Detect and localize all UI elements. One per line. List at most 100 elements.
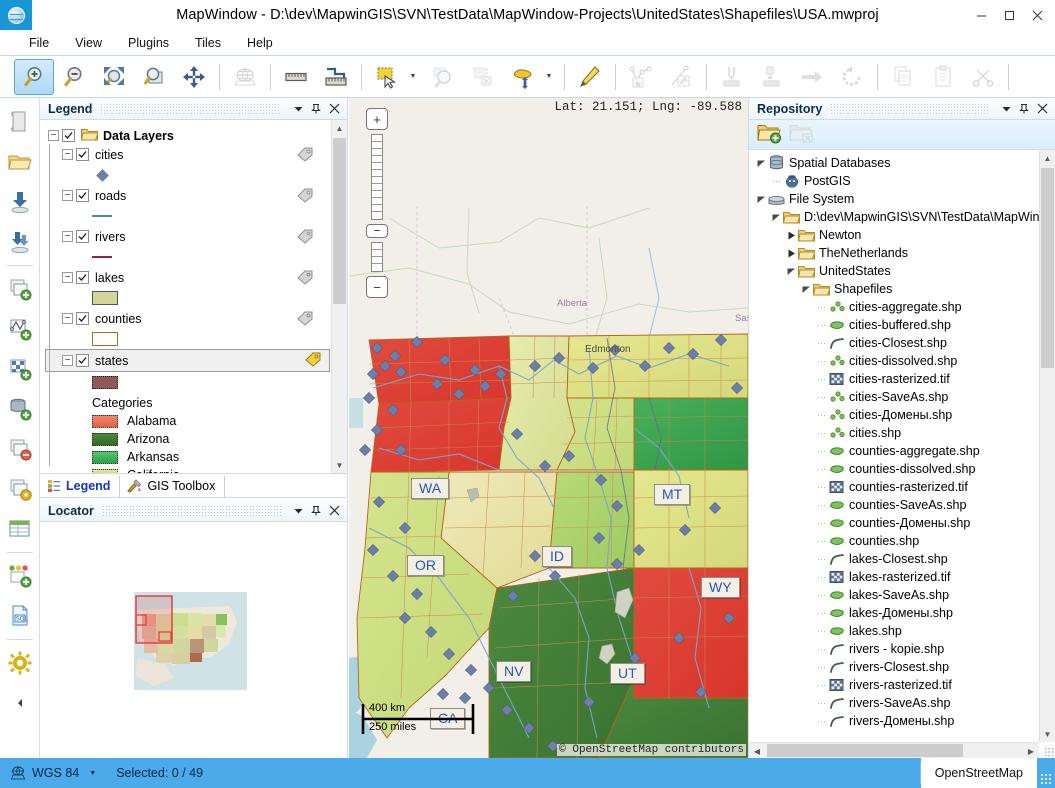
legend-layer-states[interactable]: − states <box>45 349 330 372</box>
repository-file-item[interactable]: ⋯ cities.shp <box>753 424 1039 442</box>
expander-down-icon[interactable] <box>755 195 767 204</box>
scroll-down-button[interactable]: ▼ <box>1040 726 1055 742</box>
move-shapes-tool[interactable] <box>503 59 543 95</box>
add-symbology-button[interactable] <box>2 556 38 596</box>
legend-layer-rivers[interactable]: − rivers <box>46 227 331 246</box>
zoom-slider-control[interactable]: + − − <box>366 108 388 298</box>
legend-layer-roads[interactable]: − roads <box>46 186 331 205</box>
new-project-button[interactable] <box>2 102 38 142</box>
expander-down-icon[interactable] <box>800 285 812 294</box>
menu-item-view[interactable]: View <box>62 32 115 54</box>
legend-category-row[interactable]: Arkansas <box>46 448 331 466</box>
add-vector-layer-button[interactable] <box>2 309 38 349</box>
scrollbar-thumb[interactable] <box>1041 168 1054 368</box>
checkbox[interactable] <box>76 354 89 367</box>
label-tag-icon[interactable] <box>305 352 321 370</box>
legend-scrollbar[interactable]: ▲ ▼ <box>331 120 347 473</box>
open-project-button[interactable] <box>2 142 38 182</box>
zoom-in-button[interactable]: + <box>366 108 388 130</box>
select-tool[interactable] <box>367 59 407 95</box>
repository-file-item[interactable]: ⋯ cities-dissolved.shp <box>753 352 1039 370</box>
expander-down-icon[interactable] <box>757 195 766 204</box>
repository-drag-handle[interactable] <box>830 103 989 114</box>
legend-category-row[interactable]: Alabama <box>46 412 331 430</box>
expander-right-icon[interactable] <box>787 231 796 240</box>
repository-file-item[interactable]: ⋯ rivers-Домены.shp <box>753 712 1039 730</box>
menu-item-help[interactable]: Help <box>234 32 286 54</box>
repository-file-item[interactable]: ⋯ cities-rasterized.tif <box>753 370 1039 388</box>
repository-file-item[interactable]: ⋯ counties-Домены.shp <box>753 514 1039 532</box>
repository-file-item[interactable]: ⋯ cities-buffered.shp <box>753 316 1039 334</box>
minimize-button[interactable] <box>967 1 995 29</box>
legend-root-row[interactable]: − Data Layers <box>46 126 331 145</box>
repository-pin-button[interactable] <box>1015 100 1033 118</box>
zoom-to-layer-tool[interactable] <box>134 59 174 95</box>
expander-right-icon[interactable] <box>785 249 797 258</box>
layer-properties-button[interactable] <box>2 469 38 509</box>
repository-file-item[interactable]: ⋯ lakes-rasterized.tif <box>753 568 1039 586</box>
menu-item-file[interactable]: File <box>16 32 62 54</box>
menu-item-plugins[interactable]: Plugins <box>115 32 182 54</box>
repository-file-item[interactable]: ⋯ counties-aggregate.shp <box>753 442 1039 460</box>
repository-file-item[interactable]: ⋯ rivers - kopie.shp <box>753 640 1039 658</box>
repository-tree-item[interactable]: Newton <box>753 226 1039 244</box>
repository-tree-item[interactable]: Shapefiles <box>753 280 1039 298</box>
expander-icon[interactable]: − <box>62 355 73 366</box>
repository-file-item[interactable]: ⋯ cities-Closest.shp <box>753 334 1039 352</box>
repository-vscrollbar[interactable]: ▲ ▼ <box>1039 150 1055 742</box>
repository-file-item[interactable]: ⋯ rivers-SaveAs.shp <box>753 694 1039 712</box>
tab-gis-toolbox[interactable]: GIS Toolbox <box>120 476 226 497</box>
scroll-down-button[interactable]: ▼ <box>332 457 347 473</box>
projection-dropdown-icon[interactable]: ▼ <box>89 770 96 777</box>
legend-layer-cities[interactable]: − cities <box>46 145 331 164</box>
zoom-slider-handle[interactable]: − <box>366 224 388 238</box>
locator-close-button[interactable] <box>325 502 343 520</box>
legend-layer-counties[interactable]: − counties <box>46 309 331 328</box>
expander-right-icon[interactable] <box>785 231 797 240</box>
expander-icon[interactable]: − <box>62 313 73 324</box>
expander-icon[interactable]: − <box>48 130 59 141</box>
locator-drag-handle[interactable] <box>101 505 281 516</box>
label-tag-icon[interactable] <box>297 270 313 288</box>
repository-tree-item[interactable]: TheNetherlands <box>753 244 1039 262</box>
expander-icon[interactable]: − <box>62 190 73 201</box>
repository-file-item[interactable]: ⋯ rivers-Closest.shp <box>753 658 1039 676</box>
add-database-layer-button[interactable] <box>2 389 38 429</box>
legend-drag-handle[interactable] <box>100 103 281 114</box>
label-tag-icon[interactable] <box>297 311 313 329</box>
repository-file-item[interactable]: ⋯ cities-aggregate.shp <box>753 298 1039 316</box>
expander-down-icon[interactable] <box>787 267 796 276</box>
edit-layer-tool[interactable] <box>570 59 610 95</box>
checkbox[interactable] <box>76 312 89 325</box>
locator-pin-button[interactable] <box>307 502 325 520</box>
measure-distance-tool[interactable] <box>276 59 316 95</box>
label-tag-icon[interactable] <box>297 188 313 206</box>
label-tag-icon[interactable] <box>297 229 313 247</box>
repository-file-item[interactable]: ⋯ rivers-rasterized.tif <box>753 676 1039 694</box>
repository-file-item[interactable]: ⋯ counties-rasterized.tif <box>753 478 1039 496</box>
expander-icon[interactable]: − <box>62 272 73 283</box>
legend-pin-button[interactable] <box>307 100 325 118</box>
zoom-to-extents-tool[interactable] <box>94 59 134 95</box>
legend-menu-button[interactable] <box>289 100 307 118</box>
repository-tree-item[interactable]: UnitedStates <box>753 262 1039 280</box>
repository-tree-item[interactable]: ⋯ PostGIS <box>753 172 1039 190</box>
locator-menu-button[interactable] <box>289 502 307 520</box>
resize-grip[interactable] <box>1044 747 1054 757</box>
move-shapes-dropdown[interactable]: ▼ <box>543 59 559 95</box>
add-folder-button[interactable] <box>757 122 783 147</box>
repository-file-item[interactable]: ⋯ lakes-SaveAs.shp <box>753 586 1039 604</box>
zoom-slider-track-upper[interactable] <box>371 134 383 220</box>
repository-file-item[interactable]: ⋯ counties-SaveAs.shp <box>753 496 1039 514</box>
scroll-up-button[interactable]: ▲ <box>1040 150 1055 166</box>
repository-close-button[interactable] <box>1033 100 1051 118</box>
locator-overview-map[interactable] <box>134 592 247 690</box>
add-layer-button[interactable] <box>2 269 38 309</box>
checkbox[interactable] <box>76 271 89 284</box>
zoom-in-tool[interactable] <box>14 58 54 95</box>
scroll-up-button[interactable]: ▲ <box>332 120 347 136</box>
repository-tree-item[interactable]: Spatial Databases <box>753 154 1039 172</box>
expander-down-icon[interactable] <box>757 159 766 168</box>
resize-grip[interactable] <box>1040 773 1052 785</box>
zoom-out-tool[interactable] <box>54 59 94 95</box>
